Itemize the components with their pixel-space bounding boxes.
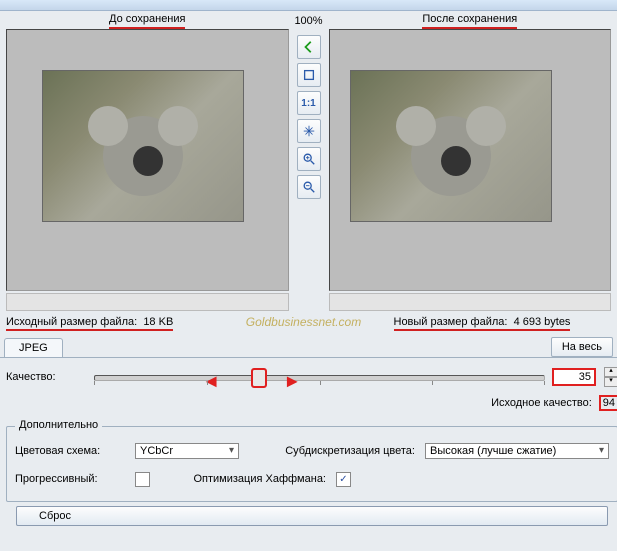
- one-to-one-icon[interactable]: 1:1: [297, 91, 321, 115]
- zoom-out-icon[interactable]: [297, 175, 321, 199]
- after-label: После сохранения: [323, 11, 617, 29]
- quality-slider[interactable]: ◄ ►: [94, 367, 545, 387]
- color-scheme-select[interactable]: YCbCr: [135, 443, 239, 459]
- advanced-group: Дополнительно Цветовая схема: YCbCr Субд…: [6, 426, 617, 502]
- source-quality-label: Исходное качество:: [491, 397, 592, 409]
- color-scheme-label: Цветовая схема:: [15, 445, 125, 457]
- quality-thumb[interactable]: [252, 369, 266, 387]
- orig-size: Исходный размер файла: 18 KB: [6, 316, 224, 328]
- spin-down-icon: ▾: [604, 377, 617, 387]
- after-image: [350, 70, 552, 222]
- tool-column: 100% 1:1: [295, 11, 323, 311]
- watermark: Goldbusinessnet.com: [224, 315, 384, 329]
- new-size: Новый размер файла: 4 693 bytes: [384, 316, 612, 328]
- subsampling-label: Субдискретизация цвета:: [255, 445, 415, 457]
- tab-row: JPEG На весь: [0, 333, 617, 358]
- quality-spinner[interactable]: ▴▾: [604, 367, 617, 387]
- arrow-left-icon[interactable]: [297, 35, 321, 59]
- advanced-title: Дополнительно: [15, 419, 102, 431]
- after-scrollbar[interactable]: [329, 293, 612, 311]
- reset-button[interactable]: Сброс: [16, 506, 608, 526]
- progressive-checkbox[interactable]: [135, 472, 150, 487]
- quality-label: Качество:: [6, 371, 86, 383]
- before-image: [42, 70, 244, 222]
- fit-screen-icon[interactable]: [297, 63, 321, 87]
- expand-icon[interactable]: [297, 119, 321, 143]
- huffman-label: Оптимизация Хаффмана:: [166, 473, 326, 485]
- preview-row: До сохранения 100% 1:1 После сохранения: [0, 11, 617, 311]
- quality-row: Качество: ◄ ► 35 ▴▾: [6, 364, 617, 390]
- fullscreen-button[interactable]: На весь: [551, 337, 613, 357]
- after-panel: После сохранения: [323, 11, 617, 311]
- before-label: До сохранения: [0, 11, 295, 29]
- zoom-label: 100%: [294, 15, 322, 27]
- before-panel: До сохранения: [0, 11, 295, 311]
- huffman-checkbox[interactable]: ✓: [336, 472, 351, 487]
- info-row: Исходный размер файла: 18 KB Goldbusines…: [0, 311, 617, 333]
- progressive-label: Прогрессивный:: [15, 473, 125, 485]
- main-settings: Качество: ◄ ► 35 ▴▾ Исходное качество: 9…: [0, 358, 617, 551]
- zoom-in-icon[interactable]: [297, 147, 321, 171]
- tab-jpeg[interactable]: JPEG: [4, 338, 63, 357]
- subsampling-select[interactable]: Высокая (лучше сжатие): [425, 443, 609, 459]
- before-scrollbar[interactable]: [6, 293, 289, 311]
- source-quality-row: Исходное качество: 94: [6, 390, 617, 416]
- after-canvas[interactable]: [329, 29, 612, 291]
- spin-up-icon: ▴: [604, 367, 617, 377]
- quality-input[interactable]: 35: [553, 369, 595, 385]
- before-canvas[interactable]: [6, 29, 289, 291]
- titlebar: [0, 0, 617, 11]
- source-quality-value: 94: [600, 396, 617, 410]
